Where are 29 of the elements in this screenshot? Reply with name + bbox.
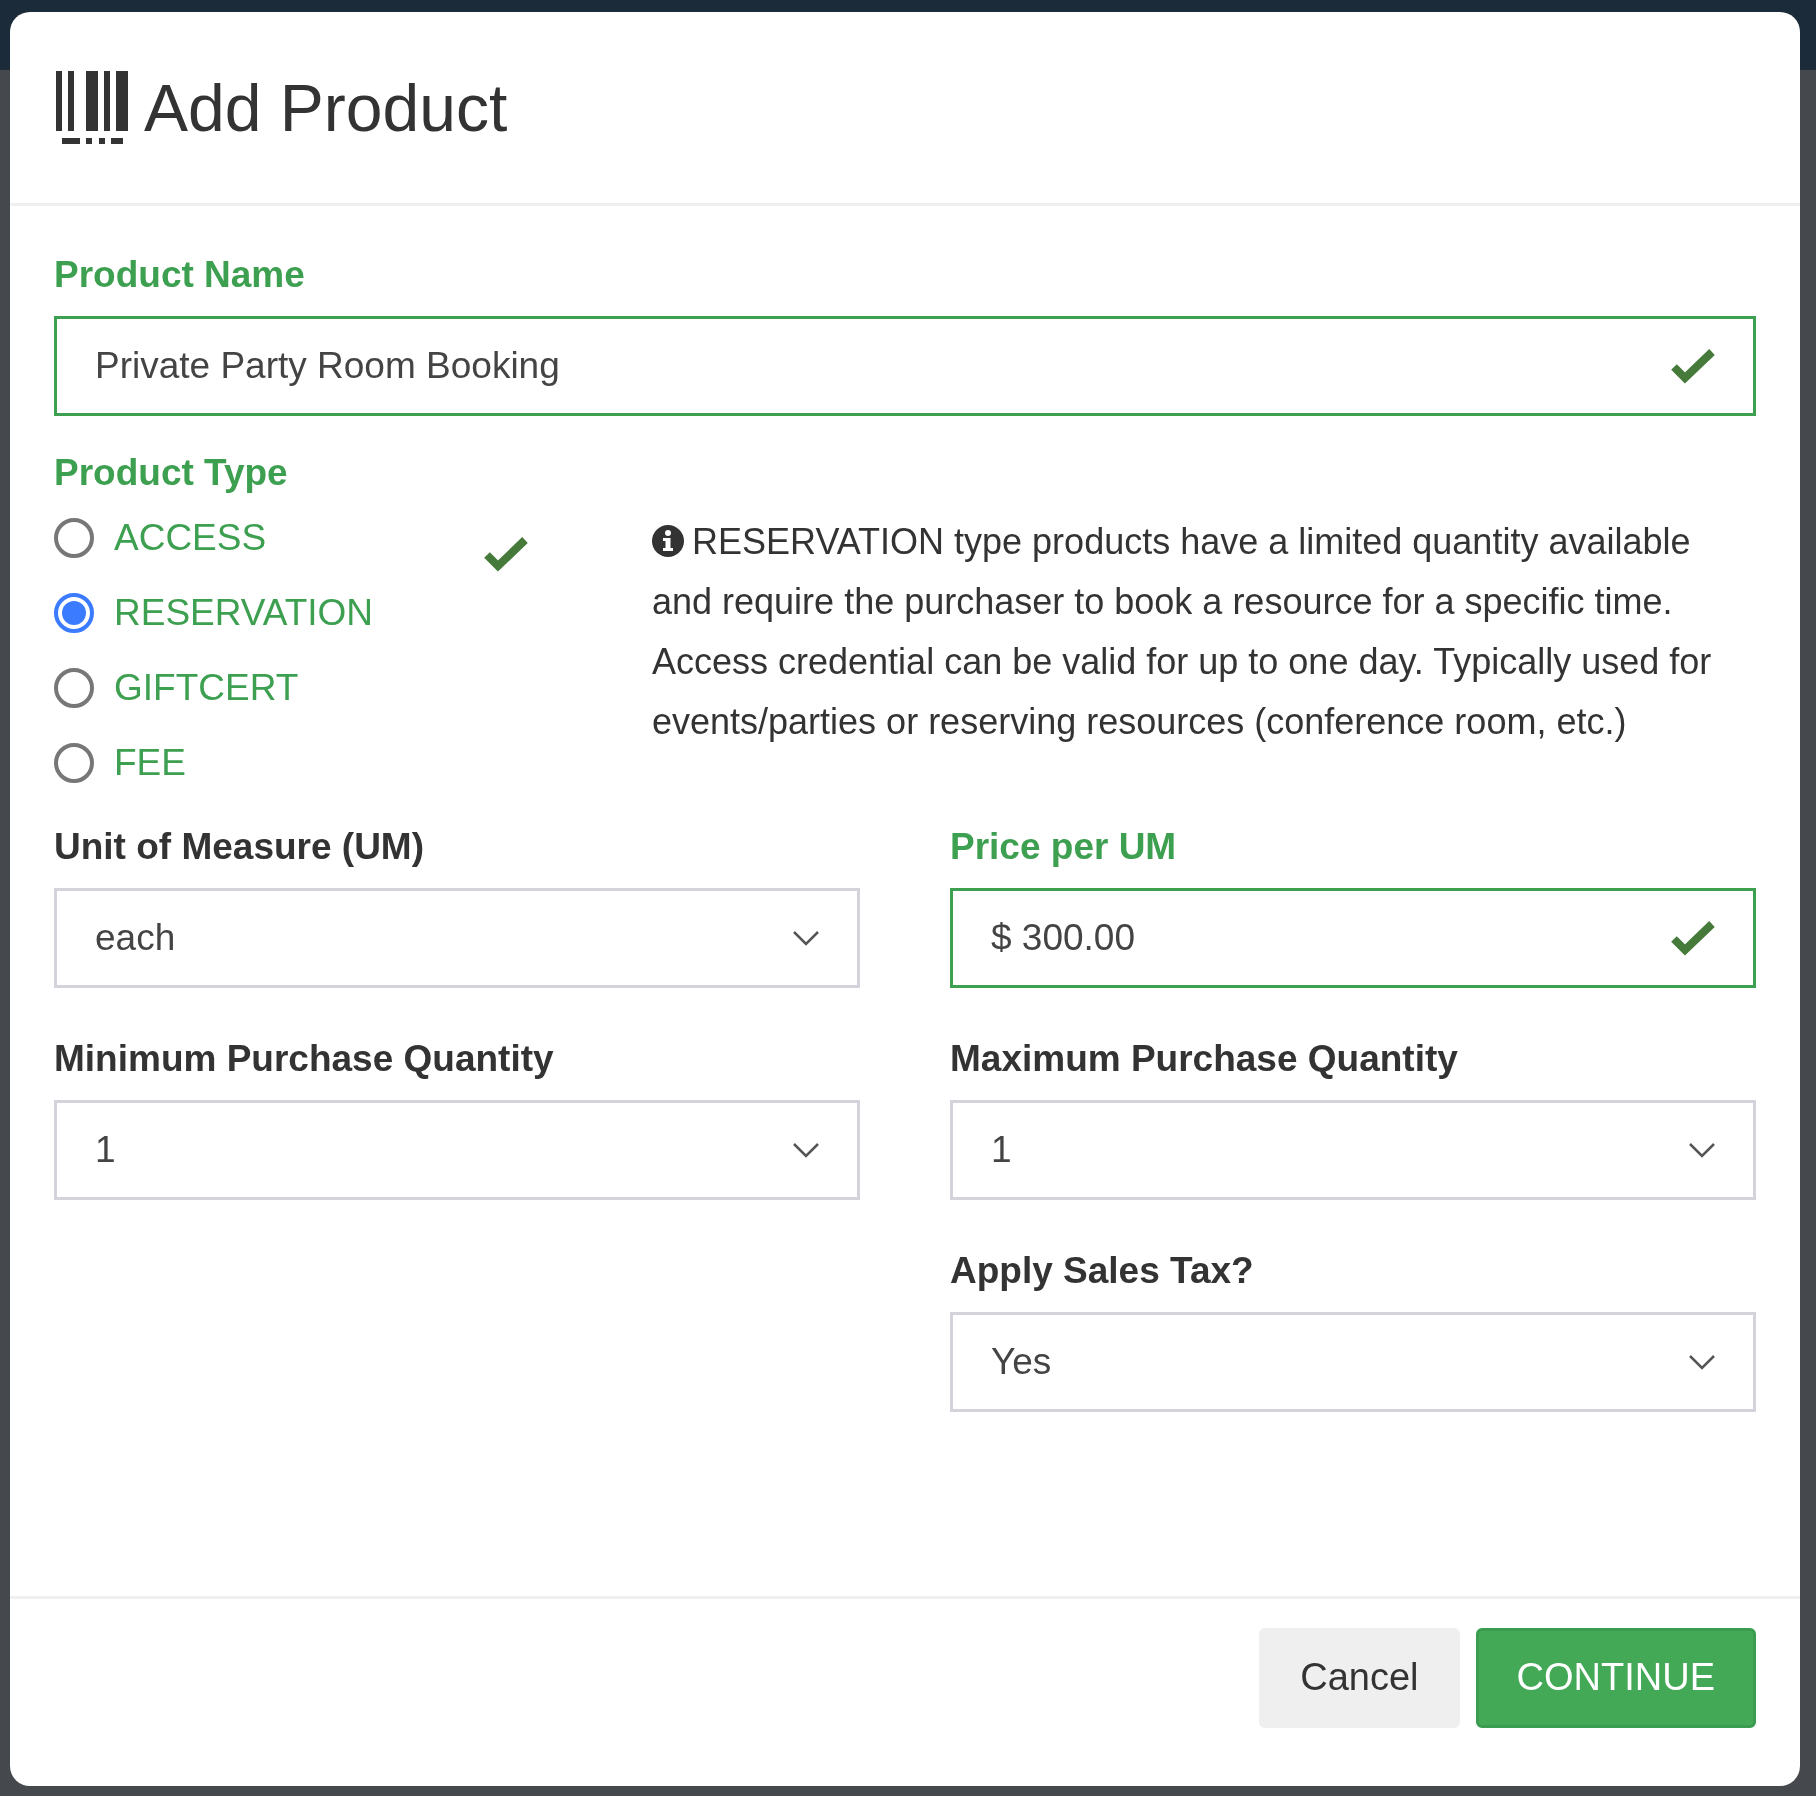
field-label: Unit of Measure (UM) — [54, 826, 425, 868]
chevron-down-icon — [1689, 1142, 1715, 1158]
barcode-icon — [56, 70, 130, 145]
field-label: Product Type — [54, 452, 289, 494]
checkmark-icon — [484, 536, 528, 572]
dialog-title: Add Product — [144, 69, 508, 146]
checkmark-icon — [1671, 920, 1715, 956]
info-icon — [652, 525, 684, 557]
radio-button[interactable] — [54, 742, 94, 783]
select-field[interactable]: Yes — [950, 1312, 1756, 1412]
select-field[interactable]: 1 — [54, 1100, 860, 1200]
field-label: Apply Sales Tax? — [950, 1250, 1255, 1292]
checkmark-icon — [1671, 348, 1715, 384]
field-label: Maximum Purchase Quantity — [950, 1038, 1459, 1080]
chevron-down-icon — [793, 1142, 819, 1158]
field-label: Product Name — [54, 254, 306, 296]
radio-button[interactable] — [54, 667, 94, 708]
field-label: Minimum Purchase Quantity — [54, 1038, 555, 1080]
field-label: Price per UM — [950, 826, 1178, 868]
chevron-down-icon — [1689, 1354, 1715, 1370]
cancel-button[interactable]: Cancel — [1259, 1627, 1460, 1728]
input-field[interactable]: $ 300.00 — [950, 888, 1756, 988]
select-field[interactable]: each — [54, 888, 860, 988]
select-field[interactable]: 1 — [950, 1100, 1756, 1200]
info-text: RESERVATION type products have a limited quantity available and require the purchaser to book a resource for a specific time. Access credential can be valid for up to one day. Typically used for events/parties or reserving resources (conference room, etc.) — [652, 520, 1713, 744]
radio-button[interactable] — [54, 517, 94, 558]
product-name-field[interactable]: Private Party Room Booking — [54, 316, 1756, 416]
chevron-down-icon — [793, 930, 819, 946]
radio-button[interactable] — [54, 592, 94, 633]
